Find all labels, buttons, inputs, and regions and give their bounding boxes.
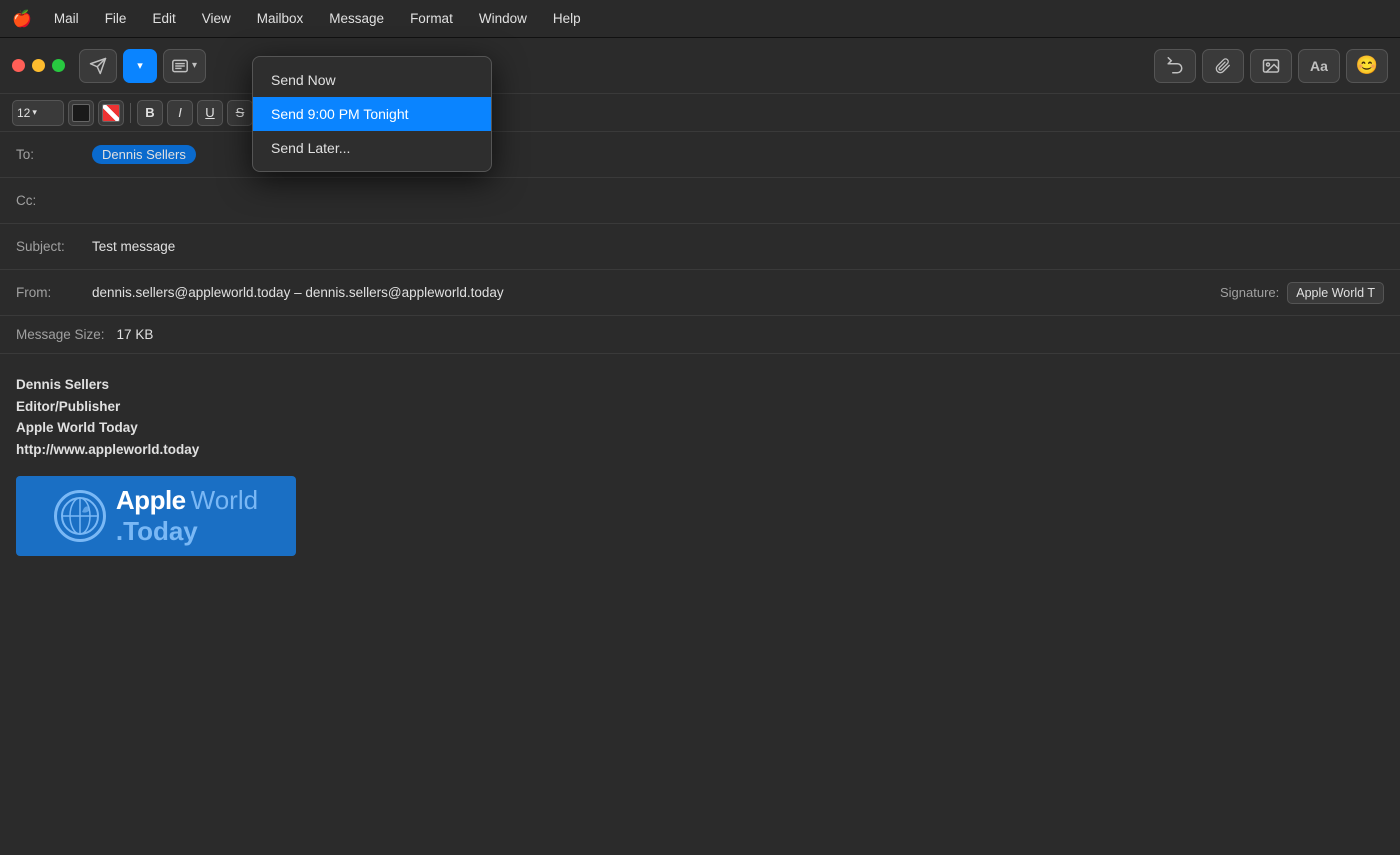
cc-field-row: Cc: [0,178,1400,224]
text-color-swatch-black [72,104,90,122]
menubar-window[interactable]: Window [475,9,531,28]
minimize-button[interactable] [32,59,45,72]
subject-field-value[interactable]: Test message [92,239,1384,254]
menubar: 🍎 Mail File Edit View Mailbox Message Fo… [0,0,1400,38]
format-options-button[interactable]: ▾ [163,49,206,83]
cc-label: Cc: [16,193,84,208]
logo-apple-text: Apple [116,485,186,516]
send-dropdown-menu: Send Now Send 9:00 PM Tonight Send Later… [252,56,492,172]
underline-button[interactable]: U [197,100,223,126]
signature-select[interactable]: Apple World T [1287,282,1384,304]
font-icon: Aa [1310,58,1328,74]
subject-field-row: Subject: Test message [0,224,1400,270]
apple-menu[interactable]: 🍎 [12,9,32,29]
logo-world-text: World [191,485,258,516]
traffic-lights [12,59,65,72]
emoji-button[interactable]: 😊 [1346,49,1388,83]
menubar-edit[interactable]: Edit [148,9,179,28]
message-size-value: 17 KB [117,327,154,342]
menubar-mail[interactable]: Mail [50,9,83,28]
chevron-down-icon: ▾ [137,59,143,72]
sig-url: http://www.appleworld.today [16,442,199,457]
sig-company: Apple World Today [16,420,138,435]
send-dropdown-button[interactable]: ▾ [123,49,157,83]
italic-button[interactable]: I [167,100,193,126]
from-label: From: [16,285,84,300]
strikethrough-button[interactable]: S [227,100,253,126]
highlight-color-button[interactable] [98,100,124,126]
signature-label: Signature: [1220,285,1279,300]
menubar-format[interactable]: Format [406,9,457,28]
menubar-file[interactable]: File [101,9,131,28]
send-icon [89,57,107,75]
subject-label: Subject: [16,239,84,254]
font-size-select[interactable]: 12 ▾ [12,100,64,126]
message-size-label: Message Size: [16,327,105,342]
menubar-help[interactable]: Help [549,9,585,28]
to-field-row: To: Dennis Sellers [0,132,1400,178]
logo-image: Apple World .Today [16,476,296,556]
send-9pm-item[interactable]: Send 9:00 PM Tonight [253,97,491,131]
toolbar: ▾ ▾ [0,38,1400,94]
format-dropdown-arrow: ▾ [192,60,197,71]
format-list-icon [172,59,188,73]
sig-title: Editor/Publisher [16,399,120,414]
body-area[interactable]: Dennis Sellers Editor/Publisher Apple Wo… [0,354,1400,855]
compose-area: To: Dennis Sellers Cc: Subject: Test mes… [0,132,1400,855]
from-field-row: From: dennis.sellers@appleworld.today – … [0,270,1400,316]
send-later-item[interactable]: Send Later... [253,131,491,165]
menubar-mailbox[interactable]: Mailbox [253,9,308,28]
logo-text: Apple World .Today [116,485,258,547]
signature-block: Dennis Sellers Editor/Publisher Apple Wo… [16,374,1384,460]
bold-button[interactable]: B [137,100,163,126]
from-field-value: dennis.sellers@appleworld.today – dennis… [92,285,1212,300]
logo-today-text: .Today [116,516,198,546]
separator-1 [130,103,131,123]
send-button[interactable] [79,49,117,83]
format-bar: 12 ▾ B I U S [0,94,1400,132]
undo-icon [1166,57,1184,75]
photo-button[interactable] [1250,49,1292,83]
send-now-item[interactable]: Send Now [253,63,491,97]
compose-window: ▾ ▾ [0,38,1400,855]
maximize-button[interactable] [52,59,65,72]
font-button[interactable]: Aa [1298,49,1340,83]
text-color-button[interactable] [68,100,94,126]
recipient-chip[interactable]: Dennis Sellers [92,145,196,164]
toolbar-right: Aa 😊 [1154,49,1388,83]
emoji-icon: 😊 [1356,55,1378,76]
font-size-arrow: ▾ [32,107,37,118]
message-size-row: Message Size: 17 KB [0,316,1400,354]
menubar-message[interactable]: Message [325,9,388,28]
sig-name: Dennis Sellers [16,377,109,392]
menubar-view[interactable]: View [198,9,235,28]
undo-button[interactable] [1154,49,1196,83]
close-button[interactable] [12,59,25,72]
text-color-swatch-red [102,104,120,122]
to-label: To: [16,147,84,162]
photo-icon [1262,58,1280,74]
attach-button[interactable] [1202,49,1244,83]
logo-globe-icon [54,490,106,542]
globe-svg [60,496,100,536]
paperclip-icon [1215,57,1231,75]
